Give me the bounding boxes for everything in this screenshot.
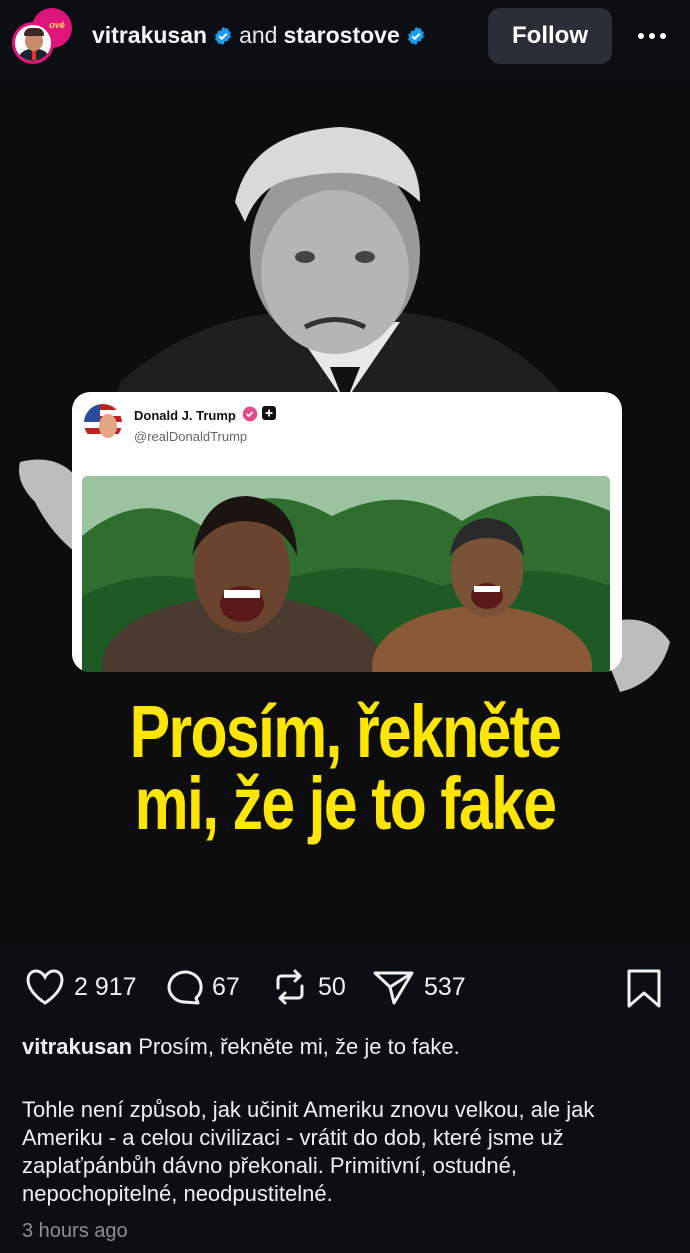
bookmark-icon[interactable] xyxy=(624,968,664,1010)
verified-icon xyxy=(215,26,231,45)
caption-text: Prosím, řekněte mi, že je to fake. xyxy=(138,1034,460,1059)
repost-count: 50 xyxy=(318,972,346,1001)
and-text: and xyxy=(239,22,278,48)
more-options-icon[interactable] xyxy=(630,20,674,52)
post-caption: vitrakusan Prosím, řekněte mi, že je to … xyxy=(22,1032,672,1061)
repost-action[interactable]: 50 xyxy=(270,968,346,1006)
username-vitrakusan[interactable]: vitrakusan xyxy=(92,22,207,49)
headline-line-1: Prosím, řekněte xyxy=(129,690,562,773)
share-count: 537 xyxy=(424,972,466,1001)
avatar-vitrakusan[interactable] xyxy=(12,22,54,64)
tweet-author-name: Donald J. Trump xyxy=(134,408,236,423)
collab-avatars[interactable]: ové xyxy=(12,8,72,68)
like-count: 2 917 xyxy=(74,972,137,1001)
caption-username[interactable]: vitrakusan xyxy=(22,1034,132,1059)
headline-line-2: mi, že je to fake xyxy=(134,762,557,845)
username-starostove[interactable]: starostove xyxy=(283,22,399,49)
author-names: vitrakusan and starostove xyxy=(92,22,426,49)
tweet-handle: @realDonaldTrump xyxy=(134,429,248,444)
repost-icon[interactable] xyxy=(270,968,310,1006)
tweet-verified-icon xyxy=(242,406,258,422)
headline-overlay-text: Prosím, řekněte mi, že je to fake xyxy=(62,690,628,845)
caption-body: Tohle není způsob, jak učinit Ameriku zn… xyxy=(22,1097,595,1206)
follow-button[interactable]: Follow xyxy=(488,8,612,64)
like-action[interactable]: 2 917 xyxy=(24,968,137,1006)
tweet-photo xyxy=(82,476,610,672)
heart-icon[interactable] xyxy=(24,968,66,1006)
avatar-badge-text: ové xyxy=(49,20,65,30)
embedded-tweet-card: Donald J. Trump @realDonaldTrump xyxy=(72,392,622,672)
comment-count: 67 xyxy=(212,972,240,1001)
share-action[interactable]: 537 xyxy=(372,968,466,1006)
action-bar: 2 917 67 50 537 xyxy=(0,948,690,1032)
tweet-badges xyxy=(242,406,276,422)
post-timestamp[interactable]: 3 hours ago xyxy=(22,1220,128,1243)
comment-icon[interactable] xyxy=(164,968,204,1006)
share-icon[interactable] xyxy=(372,968,416,1006)
comment-action[interactable]: 67 xyxy=(164,968,240,1006)
tweet-avatar xyxy=(84,404,122,442)
post-header: ové vitrakusan and starostove Follow xyxy=(0,0,690,82)
post-image[interactable]: Donald J. Trump @realDonaldTrump Prosím,… xyxy=(0,82,690,948)
plus-icon xyxy=(262,406,276,420)
verified-icon xyxy=(407,26,424,45)
